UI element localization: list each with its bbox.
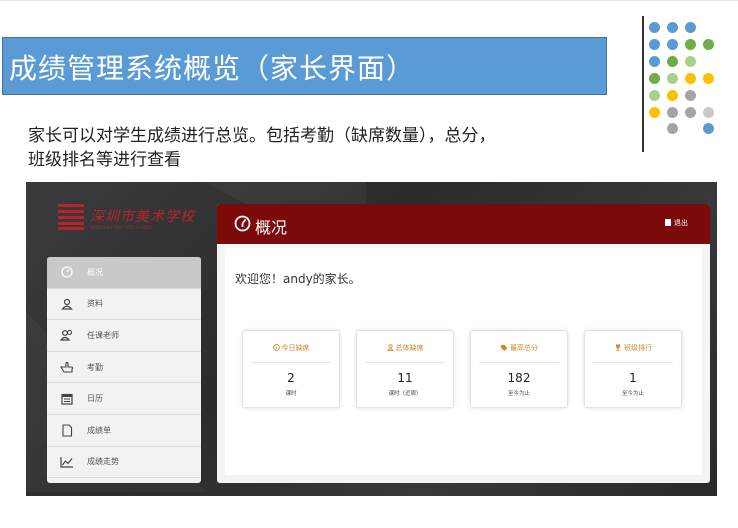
dot — [649, 73, 660, 84]
sidebar: 概况 资料 任课老师 考勤 日历 成绩单 成绩走势 — [47, 257, 201, 483]
sidebar-item-label: 概况 — [87, 267, 103, 277]
trophy-icon — [615, 344, 621, 351]
sidebar-item-label: 考勤 — [87, 362, 103, 372]
slide-title: 成绩管理系统概览（家长界面） — [9, 52, 416, 85]
card-header: 班级排行 — [593, 341, 673, 363]
school-logo[interactable]: 深圳市美术学校 SHENZHEN FINE ARTS SCHOOL — [58, 204, 198, 236]
dot — [649, 107, 660, 118]
dot — [667, 90, 678, 101]
logout-label: 退出 — [674, 219, 688, 227]
sidebar-item-calendar[interactable]: 日历 — [47, 383, 201, 415]
card-header: 最高总分 — [479, 341, 559, 363]
dot — [667, 123, 678, 134]
logo-text: 深圳市美术学校 — [90, 209, 195, 225]
user-icon — [47, 298, 87, 310]
line-chart-icon — [47, 456, 87, 468]
welcome-message: 欢迎您！andy的家长。 — [235, 272, 361, 286]
dot — [649, 56, 660, 67]
logout-icon — [665, 219, 671, 226]
hand-pointer-icon — [47, 361, 87, 373]
stat-card-total-absence[interactable]: 总体缺席 11 课时（近周） — [356, 330, 454, 408]
panel-body: 欢迎您！andy的家长。 今日缺席 2 课时 总体缺席 11 课时（近周） 最高… — [225, 248, 702, 475]
sidebar-item-label: 成绩单 — [87, 425, 111, 435]
dot — [685, 107, 696, 118]
dot — [703, 39, 714, 50]
sidebar-item-label: 任课老师 — [87, 330, 119, 340]
vertical-divider — [642, 16, 644, 152]
dashboard-icon — [234, 215, 251, 232]
sidebar-item-teachers[interactable]: 任课老师 — [47, 320, 201, 352]
dot-decoration — [649, 22, 719, 134]
user-icon — [386, 344, 394, 351]
sidebar-item-label: 资料 — [87, 299, 103, 309]
users-icon — [47, 329, 87, 342]
card-value: 1 — [629, 371, 637, 385]
panel-header: 概况 退出 — [217, 204, 710, 244]
dot — [667, 73, 678, 84]
card-unit: 课时（近周） — [388, 391, 422, 397]
info-icon — [272, 344, 280, 351]
sidebar-item-overview[interactable]: 概况 — [47, 257, 201, 289]
card-label: 班级排行 — [624, 344, 652, 352]
dot — [685, 39, 696, 50]
card-value: 2 — [287, 371, 295, 385]
dot — [667, 107, 678, 118]
description-line: 班级排名等进行查看 — [28, 150, 181, 170]
tag-icon — [500, 344, 508, 351]
dot — [649, 39, 660, 50]
overview-panel: 概况 退出 欢迎您！andy的家长。 今日缺席 2 课时 总体缺席 11 课时（… — [217, 204, 710, 483]
dot — [703, 123, 714, 134]
dot — [703, 73, 714, 84]
dot — [685, 73, 696, 84]
dot — [649, 90, 660, 101]
top-divider — [0, 0, 738, 1]
panel-title: 概况 — [255, 218, 288, 237]
stat-card-highest-score[interactable]: 最高总分 182 至今为止 — [470, 330, 568, 408]
document-icon — [47, 424, 87, 437]
logo-subtext: SHENZHEN FINE ARTS SCHOOL — [90, 225, 153, 230]
stat-card-class-rank[interactable]: 班级排行 1 至今为止 — [584, 330, 682, 408]
logout-button[interactable]: 退出 — [665, 218, 688, 228]
card-header: 今日缺席 — [251, 341, 331, 363]
description-line: 家长可以对学生成绩进行总览。包括考勤（缺席数量），总分， — [28, 126, 496, 146]
sidebar-item-attendance[interactable]: 考勤 — [47, 352, 201, 384]
card-label: 总体缺席 — [395, 344, 424, 352]
card-unit: 至今为止 — [621, 391, 644, 397]
sidebar-item-report-card[interactable]: 成绩单 — [47, 415, 201, 447]
sidebar-item-label: 成绩走势 — [87, 457, 119, 467]
card-label: 最高总分 — [510, 344, 538, 352]
dot — [685, 90, 696, 101]
sidebar-item-grade-trend[interactable]: 成绩走势 — [47, 447, 201, 479]
dot — [649, 22, 660, 33]
card-unit: 课时 — [285, 391, 297, 397]
card-value: 182 — [507, 371, 531, 385]
stat-card-today-absence[interactable]: 今日缺席 2 课时 — [242, 330, 340, 408]
app-screenshot: 深圳市美术学校 SHENZHEN FINE ARTS SCHOOL 概况 资料 … — [26, 182, 717, 496]
dot — [685, 22, 696, 33]
card-value: 11 — [397, 371, 413, 385]
sidebar-item-profile[interactable]: 资料 — [47, 289, 201, 321]
logo-emblem-icon — [58, 204, 84, 230]
slide-title-banner: 成绩管理系统概览（家长界面） — [2, 37, 607, 95]
card-header: 总体缺席 — [365, 341, 445, 363]
dot — [667, 22, 678, 33]
card-unit: 至今为止 — [507, 391, 530, 397]
sidebar-item-label: 日历 — [87, 394, 103, 404]
dot — [685, 56, 696, 67]
dot — [667, 56, 678, 67]
dashboard-icon — [47, 266, 87, 278]
card-label: 今日缺席 — [281, 344, 310, 352]
dot — [667, 39, 678, 50]
calendar-icon — [47, 393, 87, 405]
slide-description: 家长可以对学生成绩进行总览。包括考勤（缺席数量），总分， 班级排名等进行查看 — [28, 124, 618, 172]
dot — [703, 107, 714, 118]
